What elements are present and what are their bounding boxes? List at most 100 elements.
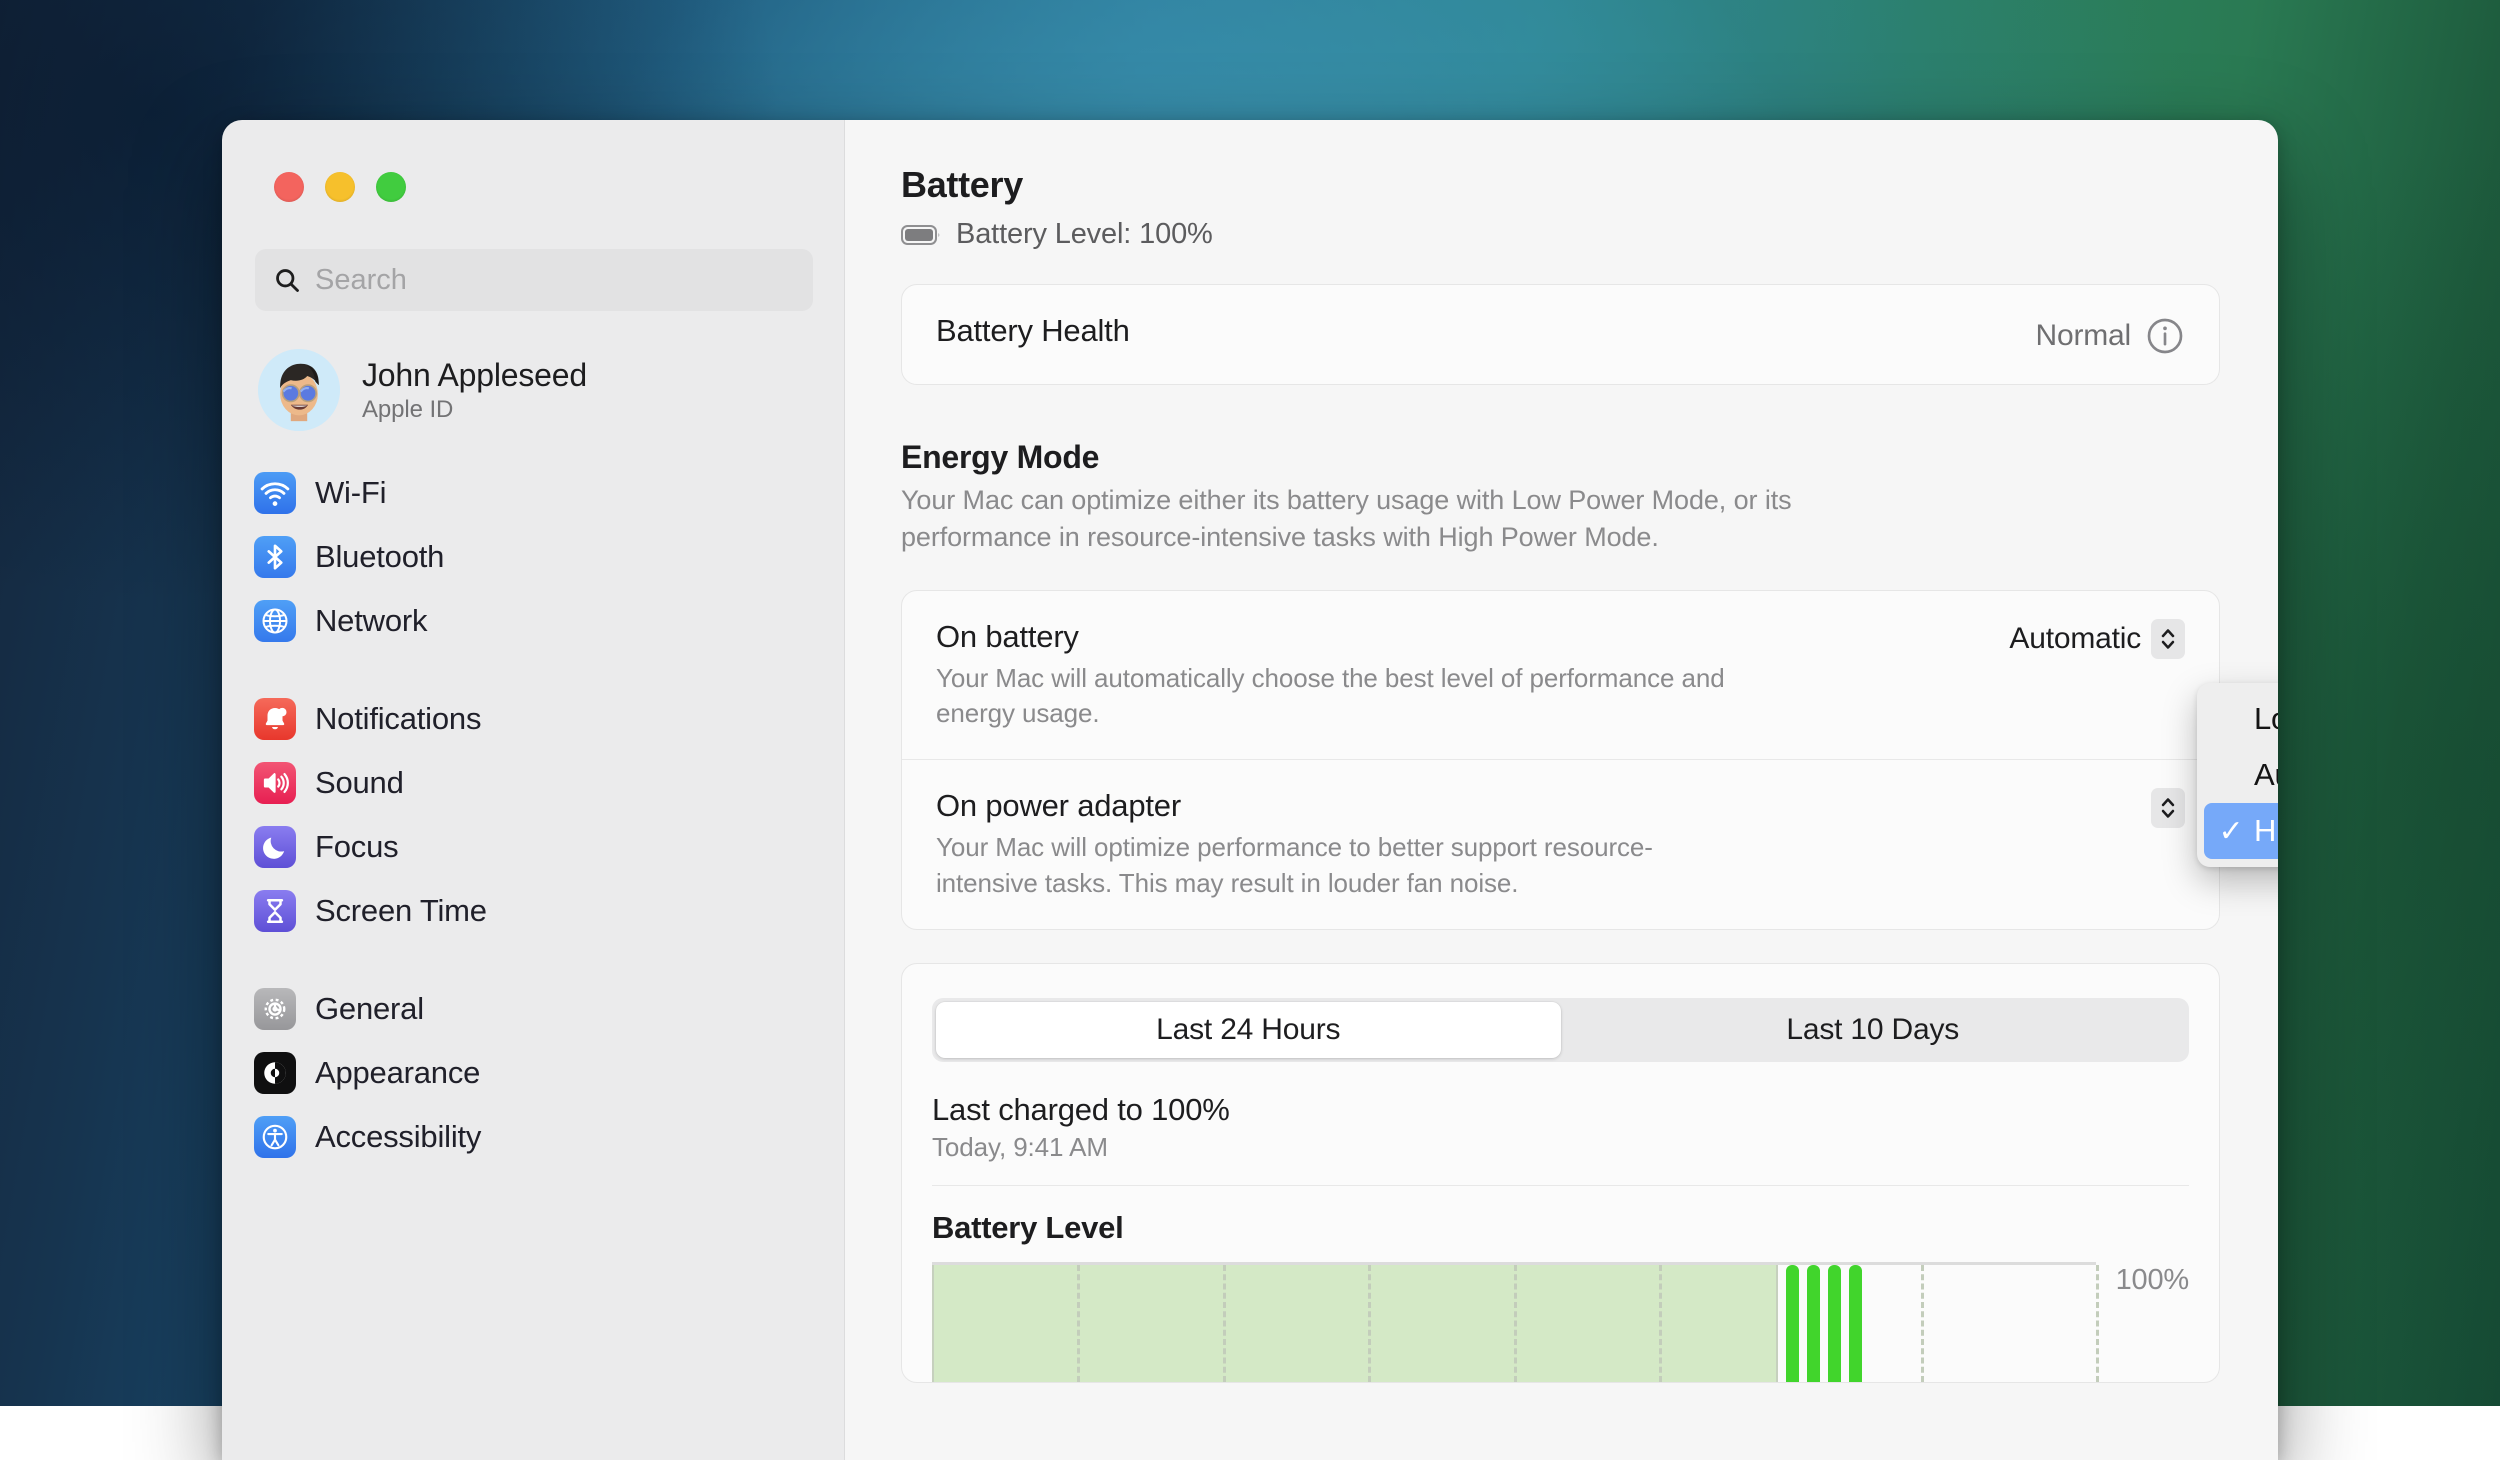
battery-icon [901, 223, 943, 247]
close-button[interactable] [274, 172, 304, 202]
sidebar-group-personal: Notifications Sound [222, 687, 844, 943]
tab-last-24-hours[interactable]: Last 24 Hours [936, 1002, 1561, 1058]
battery-level-chart-title: Battery Level [932, 1210, 2189, 1246]
checkmark-icon: ✓ [2218, 758, 2244, 793]
menu-item-label: Low Power [2254, 701, 2278, 737]
moon-icon [254, 826, 296, 868]
chart-plot-area [932, 1262, 2096, 1382]
gear-icon [254, 988, 296, 1030]
sidebar-item-label: Screen Time [315, 893, 487, 929]
sidebar-item-accessibility[interactable]: Accessibility [236, 1105, 830, 1169]
menu-item-automatic[interactable]: ✓ Automatic [2204, 747, 2278, 803]
avatar [258, 349, 340, 431]
sidebar-item-label: Notifications [315, 701, 481, 737]
window-traffic-lights [222, 120, 844, 202]
battery-health-card: Battery Health Normal [901, 284, 2220, 385]
system-settings-window: John Appleseed Apple ID Wi-Fi [222, 120, 2278, 1460]
menu-item-label: High Power [2254, 813, 2278, 849]
sidebar-item-focus[interactable]: Focus [236, 815, 830, 879]
chart-gridline [932, 1265, 934, 1382]
sidebar-group-system: General Appearance [222, 977, 844, 1169]
chart-bar [1828, 1265, 1841, 1382]
account-row[interactable]: John Appleseed Apple ID [258, 349, 844, 431]
sidebar-item-bluetooth[interactable]: Bluetooth [236, 525, 830, 589]
on-power-adapter-row: On power adapter Your Mac will optimize … [902, 759, 2219, 929]
sidebar-item-label: Focus [315, 829, 398, 865]
tab-last-10-days[interactable]: Last 10 Days [1561, 1002, 2186, 1058]
menu-item-high-power[interactable]: ✓ High Power [2204, 803, 2278, 859]
minimize-button[interactable] [325, 172, 355, 202]
sidebar-nav: Wi-Fi Bluetooth [222, 461, 844, 1169]
sidebar-item-general[interactable]: General [236, 977, 830, 1041]
content-pane: Battery Battery Level: 100% Battery Heal… [845, 120, 2278, 1460]
speaker-icon [254, 762, 296, 804]
sidebar-item-sound[interactable]: Sound [236, 751, 830, 815]
on-power-adapter-popup-button[interactable] [2151, 788, 2185, 828]
sidebar-item-notifications[interactable]: Notifications [236, 687, 830, 751]
sidebar-divider [222, 943, 844, 977]
chart-bar [1849, 1265, 1862, 1382]
sidebar-item-wifi[interactable]: Wi-Fi [236, 461, 830, 525]
chart-bar [1786, 1265, 1799, 1382]
energy-mode-dropdown-menu[interactable]: ✓ Low Power ✓ Automatic ✓ High Power [2197, 683, 2278, 867]
account-name: John Appleseed [362, 357, 587, 394]
on-battery-label: On battery [936, 619, 1746, 655]
network-globe-icon [254, 600, 296, 642]
search-input[interactable] [315, 264, 795, 297]
account-subtitle: Apple ID [362, 396, 587, 424]
sidebar-item-network[interactable]: Network [236, 589, 830, 653]
sidebar-item-label: Sound [315, 765, 404, 801]
chart-gridline [1223, 1265, 1226, 1382]
last-charged-title: Last charged to 100% [932, 1092, 2189, 1128]
battery-health-label: Battery Health [936, 313, 1130, 349]
battery-health-right: Normal [2036, 313, 2185, 356]
sidebar-item-label: Appearance [315, 1055, 480, 1091]
chevron-updown-icon[interactable] [2151, 788, 2185, 828]
hourglass-icon [254, 890, 296, 932]
wifi-icon [254, 472, 296, 514]
on-battery-row: On battery Your Mac will automatically c… [902, 591, 2219, 760]
usage-range-segmented-control: Last 24 Hours Last 10 Days [932, 998, 2189, 1062]
chart-gridline [1776, 1265, 1778, 1382]
sidebar-group-connectivity: Wi-Fi Bluetooth [222, 461, 844, 653]
on-battery-text: On battery Your Mac will automatically c… [936, 619, 1746, 732]
menu-item-low-power[interactable]: ✓ Low Power [2204, 691, 2278, 747]
battery-health-value: Normal [2036, 319, 2131, 353]
on-battery-popup-button[interactable]: Automatic [2009, 619, 2185, 659]
search-icon [273, 266, 301, 294]
battery-level-summary: Battery Level: 100% [901, 218, 2220, 251]
chart-gridline [1077, 1265, 1080, 1382]
info-circle-icon[interactable] [2145, 316, 2185, 356]
checkmark-icon: ✓ [2218, 814, 2244, 849]
energy-mode-header: Energy Mode Your Mac can optimize either… [901, 439, 2220, 557]
menu-item-label: Automatic [2254, 757, 2278, 793]
chart-area-fill [932, 1265, 1776, 1382]
tab-label: Last 10 Days [1786, 1013, 1959, 1047]
chart-max-label: 100% [2116, 1262, 2189, 1297]
sidebar: John Appleseed Apple ID Wi-Fi [222, 120, 845, 1460]
sidebar-item-label: Accessibility [315, 1119, 481, 1155]
on-battery-description: Your Mac will automatically choose the b… [936, 661, 1746, 732]
search-box[interactable] [255, 249, 813, 311]
energy-mode-description: Your Mac can optimize either its battery… [901, 482, 1911, 557]
on-battery-selected-value: Automatic [2009, 622, 2141, 656]
chart-gridline [2096, 1265, 2099, 1382]
chevron-updown-icon[interactable] [2151, 619, 2185, 659]
bell-icon [254, 698, 296, 740]
sidebar-item-appearance[interactable]: Appearance [236, 1041, 830, 1105]
sidebar-item-label: Bluetooth [315, 539, 444, 575]
appearance-contrast-icon [254, 1052, 296, 1094]
sidebar-item-screen-time[interactable]: Screen Time [236, 879, 830, 943]
battery-health-row[interactable]: Battery Health Normal [902, 285, 2219, 384]
sidebar-item-label: General [315, 991, 424, 1027]
chart-gridline [1921, 1265, 1924, 1382]
zoom-button[interactable] [376, 172, 406, 202]
bluetooth-icon [254, 536, 296, 578]
account-text: John Appleseed Apple ID [362, 357, 587, 424]
battery-level-text: Battery Level: 100% [956, 218, 1213, 251]
sidebar-item-label: Network [315, 603, 427, 639]
on-power-adapter-label: On power adapter [936, 788, 1746, 824]
battery-level-chart: 100% [932, 1262, 2189, 1382]
energy-mode-card: On battery Your Mac will automatically c… [901, 590, 2220, 930]
chart-gridline [1368, 1265, 1371, 1382]
